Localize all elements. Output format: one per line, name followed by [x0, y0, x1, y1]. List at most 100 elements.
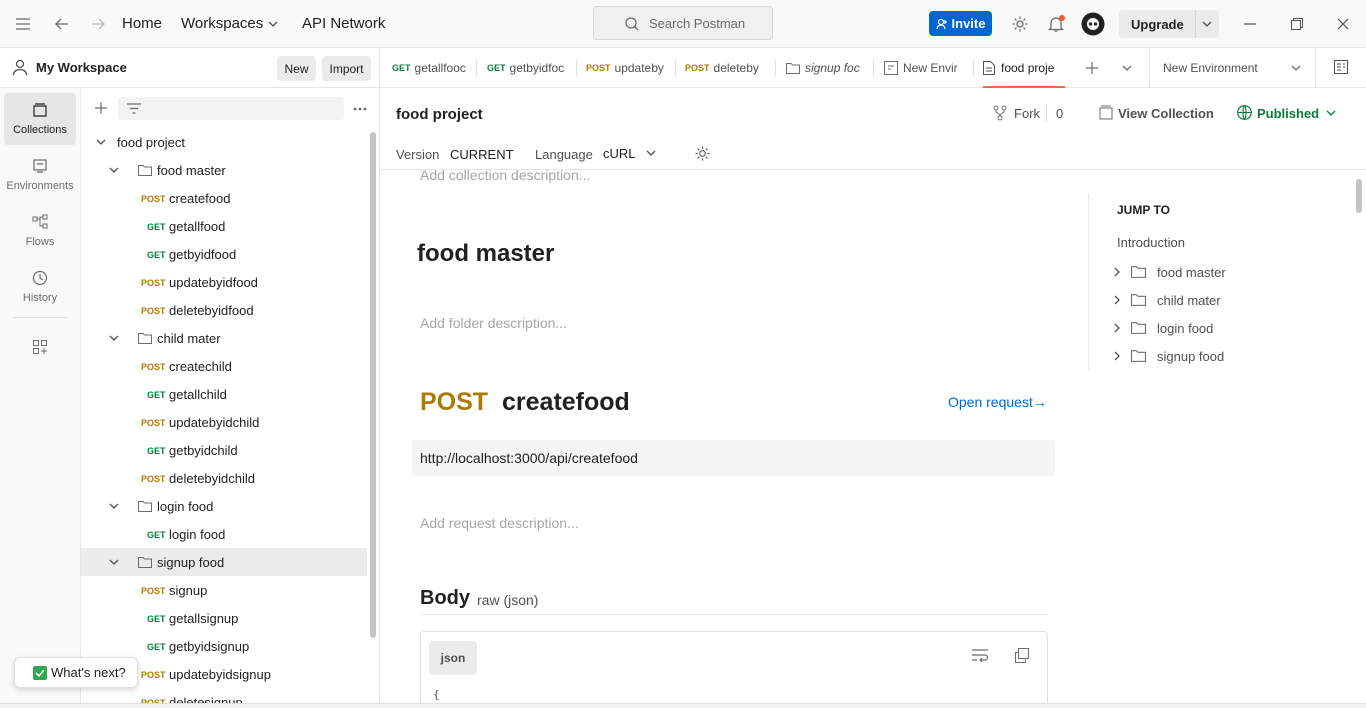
tab-new-environment[interactable]: New Envir: [884, 48, 962, 88]
forward-arrow-icon[interactable]: [88, 14, 108, 34]
back-arrow-icon[interactable]: [52, 14, 72, 34]
chevron-right-icon[interactable]: [1114, 351, 1120, 361]
apps-grid-icon[interactable]: [33, 340, 47, 354]
tree-request[interactable]: GET getbyidfood: [81, 240, 367, 268]
menu-icon[interactable]: [12, 14, 34, 34]
tree-request[interactable]: GET getbyidsignup: [81, 632, 367, 660]
tree-folder[interactable]: food master: [81, 156, 367, 184]
chevron-down-icon[interactable]: [109, 167, 119, 173]
tree-folder[interactable]: login food: [81, 492, 367, 520]
rail-collections[interactable]: Collections: [4, 93, 76, 145]
nav-home[interactable]: Home: [122, 15, 162, 32]
jump-folder-item[interactable]: login food: [1114, 318, 1314, 338]
tree-folder[interactable]: signup food: [81, 548, 367, 576]
wrap-lines-icon[interactable]: [972, 649, 988, 663]
tree-request[interactable]: POST signup: [81, 576, 367, 604]
avatar[interactable]: [1080, 11, 1105, 36]
version-selector[interactable]: CURRENT: [450, 147, 514, 162]
nav-workspaces[interactable]: Workspaces: [181, 15, 263, 32]
search-box[interactable]: Search Postman: [593, 6, 773, 40]
collection-description-placeholder[interactable]: Add collection description...: [420, 167, 590, 183]
chevron-right-icon[interactable]: [1114, 267, 1120, 277]
chevron-down-icon[interactable]: [96, 139, 106, 145]
whats-next-button[interactable]: What's next?: [14, 657, 138, 688]
chevron-down-icon[interactable]: [1291, 65, 1301, 71]
tree-root[interactable]: food project: [81, 128, 367, 156]
folder-icon: [1131, 349, 1146, 362]
request-description-placeholder[interactable]: Add request description...: [420, 515, 579, 531]
chevron-down-icon[interactable]: [1202, 21, 1212, 27]
request-method: POST: [141, 474, 166, 484]
environment-quicklook-icon[interactable]: [1334, 60, 1348, 74]
tree-request[interactable]: POST createfood: [81, 184, 367, 212]
tree-request[interactable]: GET getallchild: [81, 380, 367, 408]
request-method: POST: [420, 388, 489, 416]
fork-button[interactable]: Fork: [1014, 106, 1040, 121]
notification-bell-icon[interactable]: [1045, 13, 1067, 35]
view-collection-button[interactable]: View Collection: [1118, 106, 1214, 121]
restore-icon[interactable]: [1287, 14, 1307, 34]
tree-request[interactable]: GET login food: [81, 520, 367, 548]
chevron-down-icon[interactable]: [109, 335, 119, 341]
rail-flows[interactable]: Flows: [4, 205, 76, 257]
tree-request[interactable]: POST createchild: [81, 352, 367, 380]
import-button[interactable]: Import: [322, 56, 371, 81]
tree-request[interactable]: GET getallfood: [81, 212, 367, 240]
copy-icon[interactable]: [1015, 648, 1029, 663]
fork-count[interactable]: 0: [1056, 106, 1063, 121]
open-request-link[interactable]: Open request→: [948, 394, 1047, 410]
code-line: {: [433, 688, 440, 701]
tree-request[interactable]: GET getallsignup: [81, 604, 367, 632]
environment-selector[interactable]: New Environment: [1163, 61, 1258, 75]
new-button[interactable]: New: [277, 56, 316, 81]
jump-folder-item[interactable]: food master: [1114, 262, 1314, 282]
chevron-down-icon[interactable]: [646, 150, 656, 156]
folder-icon: [138, 556, 152, 568]
close-icon[interactable]: [1333, 14, 1353, 34]
published-status[interactable]: Published: [1257, 106, 1319, 121]
chevron-right-icon[interactable]: [1114, 295, 1120, 305]
jump-folder-item[interactable]: signup food: [1114, 346, 1314, 366]
collection-title[interactable]: food project: [396, 106, 483, 123]
nav-api-network[interactable]: API Network: [302, 15, 385, 32]
tree-request[interactable]: GET getbyidchild: [81, 436, 367, 464]
minimize-icon[interactable]: [1240, 14, 1260, 34]
upgrade-button[interactable]: Upgrade: [1119, 10, 1219, 38]
rail-environments[interactable]: Environments: [4, 149, 76, 201]
tree-folder[interactable]: child mater: [81, 324, 367, 352]
tree-request[interactable]: POST deletebyidchild: [81, 464, 367, 492]
language-selector[interactable]: cURL: [603, 146, 636, 161]
doc-scrollbar[interactable]: [1356, 179, 1362, 213]
invite-button[interactable]: Invite: [929, 11, 992, 36]
chevron-right-icon[interactable]: [1114, 323, 1120, 333]
chevron-down-icon[interactable]: [1326, 110, 1336, 116]
tab-food-project[interactable]: food proje: [983, 48, 1060, 88]
json-label[interactable]: json: [429, 641, 477, 675]
tab-updatebyid[interactable]: POST updateby: [586, 48, 664, 88]
filter-input[interactable]: [118, 97, 344, 120]
jump-folder-item[interactable]: child mater: [1114, 290, 1314, 310]
request-method: GET: [147, 222, 166, 232]
tree-request[interactable]: POST updatebyidfood: [81, 268, 367, 296]
chevron-down-icon[interactable]: [1122, 65, 1132, 71]
tab-getallfood[interactable]: GET getallfooc: [392, 48, 467, 88]
tab-getbyidfood[interactable]: GET getbyidfoc: [487, 48, 564, 88]
settings-gear-icon[interactable]: [1009, 13, 1031, 35]
rail-history[interactable]: History: [4, 261, 76, 313]
plus-icon[interactable]: [95, 102, 107, 114]
chevron-down-icon[interactable]: [109, 503, 119, 509]
workspace-name[interactable]: My Workspace: [36, 60, 127, 75]
tree-request[interactable]: POST updatebyidchild: [81, 408, 367, 436]
tab-signup-food[interactable]: signup foc: [786, 48, 861, 88]
tree-request[interactable]: POST deletebyidfood: [81, 296, 367, 324]
sidebar-scrollbar[interactable]: [370, 132, 376, 638]
chevron-down-icon[interactable]: [109, 559, 119, 565]
tab-deletebyid[interactable]: POST deleteby: [685, 48, 765, 88]
folder-description-placeholder[interactable]: Add folder description...: [420, 315, 567, 331]
plus-icon[interactable]: [1086, 62, 1098, 74]
more-options-icon[interactable]: [353, 107, 367, 111]
settings-gear-icon[interactable]: [694, 145, 711, 162]
jump-introduction[interactable]: Introduction: [1117, 235, 1185, 250]
request-name: login food: [169, 527, 226, 542]
chevron-down-icon[interactable]: [266, 17, 280, 31]
